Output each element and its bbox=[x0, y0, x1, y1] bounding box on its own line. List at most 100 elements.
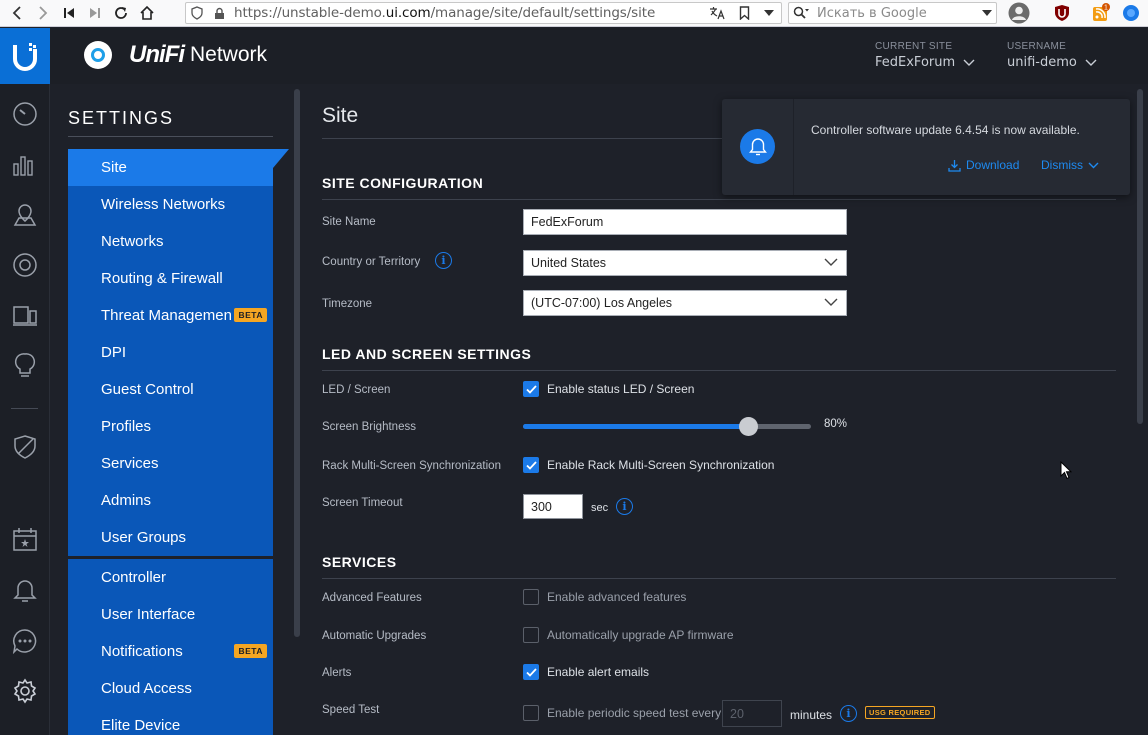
sidebar-item-networks[interactable]: Networks bbox=[68, 223, 273, 260]
sidebar-item-notifications[interactable]: Notifications BETA bbox=[68, 633, 273, 670]
search-input[interactable]: Искать в Google bbox=[813, 6, 978, 21]
username-label: USERNAME bbox=[1007, 41, 1067, 52]
search-dropdown-icon[interactable] bbox=[978, 10, 996, 16]
sidebar-item-user-interface[interactable]: User Interface bbox=[68, 596, 273, 633]
rack-sync-checkbox[interactable] bbox=[523, 457, 539, 473]
download-label: Download bbox=[966, 158, 1020, 172]
section-divider bbox=[322, 199, 1116, 200]
skip-forward-button[interactable] bbox=[82, 1, 108, 25]
events-icon[interactable] bbox=[0, 519, 50, 559]
led-checkbox-label[interactable]: Enable status LED / Screen bbox=[547, 382, 694, 396]
sidebar-item-elite-device[interactable]: Elite Device bbox=[68, 707, 273, 735]
map-icon[interactable] bbox=[0, 195, 50, 235]
alerts-checkbox-label[interactable]: Enable alert emails bbox=[547, 665, 649, 679]
sidebar-item-routing-firewall[interactable]: Routing & Firewall bbox=[68, 260, 273, 297]
timeout-input[interactable]: 300 bbox=[523, 494, 583, 519]
skip-back-button[interactable] bbox=[56, 1, 82, 25]
settings-sidebar: SETTINGS Site Wireless Networks Networks… bbox=[50, 84, 302, 735]
sidebar-item-label: Routing & Firewall bbox=[101, 270, 223, 287]
brightness-slider-fill bbox=[523, 424, 748, 429]
ublock-icon[interactable] bbox=[1052, 2, 1072, 24]
rss-icon[interactable]: 1 bbox=[1089, 2, 1113, 24]
url-bar[interactable]: https://unstable-demo.ui.com/manage/site… bbox=[185, 2, 782, 24]
sidebar-item-admins[interactable]: Admins bbox=[68, 482, 273, 519]
sidebar-item-threat-management[interactable]: Threat Managemen BETA bbox=[68, 297, 273, 334]
chat-icon[interactable] bbox=[0, 621, 50, 661]
speed-test-info-icon[interactable]: i bbox=[840, 705, 857, 722]
current-site-selector[interactable]: CURRENT SITE FedExForum bbox=[875, 41, 975, 70]
speed-test-checkbox[interactable] bbox=[523, 705, 539, 721]
brightness-slider-handle[interactable] bbox=[738, 417, 758, 436]
statistics-icon[interactable] bbox=[0, 145, 50, 185]
clients-icon[interactable] bbox=[0, 295, 50, 335]
country-value: United States bbox=[531, 256, 607, 270]
update-notification: Controller software update 6.4.54 is now… bbox=[722, 99, 1130, 195]
dashboard-icon[interactable] bbox=[0, 94, 50, 134]
sidebar-item-profiles[interactable]: Profiles bbox=[68, 408, 273, 445]
auto-upgrades-checkbox[interactable] bbox=[523, 627, 539, 643]
sidebar-item-dpi[interactable]: DPI bbox=[68, 334, 273, 371]
sidebar-item-site[interactable]: Site bbox=[68, 149, 273, 186]
country-info-icon[interactable]: i bbox=[435, 252, 452, 269]
sidebar-item-label: Guest Control bbox=[101, 381, 194, 398]
sidebar-scrollbar[interactable] bbox=[294, 89, 300, 637]
dismiss-link[interactable]: Dismiss bbox=[1041, 158, 1099, 172]
bookmark-icon[interactable] bbox=[731, 6, 757, 20]
download-link[interactable]: Download bbox=[948, 158, 1019, 172]
speed-test-checkbox-label[interactable]: Enable periodic speed test every bbox=[547, 706, 721, 720]
speed-test-interval-value: 20 bbox=[730, 706, 744, 721]
back-arrow-icon bbox=[12, 6, 21, 20]
account-icon[interactable] bbox=[1006, 2, 1032, 24]
forward-button[interactable] bbox=[30, 1, 56, 25]
reload-button[interactable] bbox=[108, 1, 134, 25]
home-button[interactable] bbox=[134, 1, 160, 25]
sidebar-item-wireless-networks[interactable]: Wireless Networks bbox=[68, 186, 273, 223]
url-text[interactable]: https://unstable-demo.ui.com/manage/site… bbox=[230, 5, 703, 21]
country-select[interactable]: United States bbox=[523, 250, 847, 276]
unifi-logo-icon[interactable] bbox=[0, 28, 50, 84]
sidebar-item-services[interactable]: Services bbox=[68, 445, 273, 482]
shield-icon[interactable] bbox=[186, 6, 208, 20]
advanced-features-checkbox-label[interactable]: Enable advanced features bbox=[547, 590, 686, 604]
url-dropdown-icon[interactable] bbox=[757, 10, 781, 16]
main-scrollbar[interactable] bbox=[1137, 89, 1143, 424]
rack-sync-checkbox-label[interactable]: Enable Rack Multi-Screen Synchronization bbox=[547, 458, 774, 472]
sidebar-item-user-groups[interactable]: User Groups bbox=[68, 519, 273, 556]
led-checkbox[interactable] bbox=[523, 381, 539, 397]
username-selector[interactable]: USERNAME unifi-demo bbox=[1007, 41, 1097, 70]
sidebar-item-guest-control[interactable]: Guest Control bbox=[68, 371, 273, 408]
auto-upgrades-checkbox-label[interactable]: Automatically upgrade AP firmware bbox=[547, 628, 734, 642]
security-icon[interactable] bbox=[0, 427, 50, 467]
auto-upgrades-label: Automatic Upgrades bbox=[322, 630, 427, 642]
search-bar[interactable]: Искать в Google bbox=[788, 2, 997, 24]
devices-icon[interactable] bbox=[0, 245, 50, 285]
skip-forward-icon bbox=[90, 8, 100, 18]
insights-icon[interactable] bbox=[0, 345, 50, 385]
translate-icon[interactable] bbox=[703, 6, 731, 20]
ext-badge-count: 1 bbox=[1104, 5, 1108, 12]
sidebar-item-label: DPI bbox=[101, 344, 127, 361]
speed-test-interval-input[interactable]: 20 bbox=[722, 700, 782, 727]
download-icon bbox=[948, 159, 961, 172]
timezone-select[interactable]: (UTC-07:00) Los Angeles bbox=[523, 290, 847, 316]
brand-logo[interactable]: UniFi Network bbox=[84, 41, 267, 69]
sidebar-item-label: Cloud Access bbox=[101, 680, 192, 697]
sidebar-item-cloud-access[interactable]: Cloud Access bbox=[68, 670, 273, 707]
sidebar-item-controller[interactable]: Controller bbox=[68, 559, 273, 596]
section-heading-site-config: SITE CONFIGURATION bbox=[322, 175, 484, 191]
checkmark-icon bbox=[525, 667, 537, 677]
lock-icon[interactable] bbox=[208, 7, 230, 20]
advanced-features-checkbox[interactable] bbox=[523, 589, 539, 605]
extension-globe-icon[interactable] bbox=[1120, 2, 1142, 24]
timeout-info-icon[interactable]: i bbox=[616, 498, 633, 515]
alerts-icon[interactable] bbox=[0, 571, 50, 611]
chevron-down-icon bbox=[824, 298, 838, 306]
back-button[interactable] bbox=[4, 1, 30, 25]
brightness-value: 80% bbox=[824, 418, 848, 430]
sidebar-item-label: Networks bbox=[101, 233, 164, 250]
sidebar-item-label: Site bbox=[101, 159, 127, 176]
alerts-checkbox[interactable] bbox=[523, 664, 539, 680]
site-name-input[interactable]: FedExForum bbox=[523, 209, 847, 235]
brightness-slider[interactable] bbox=[523, 417, 811, 436]
settings-icon[interactable] bbox=[0, 671, 50, 711]
